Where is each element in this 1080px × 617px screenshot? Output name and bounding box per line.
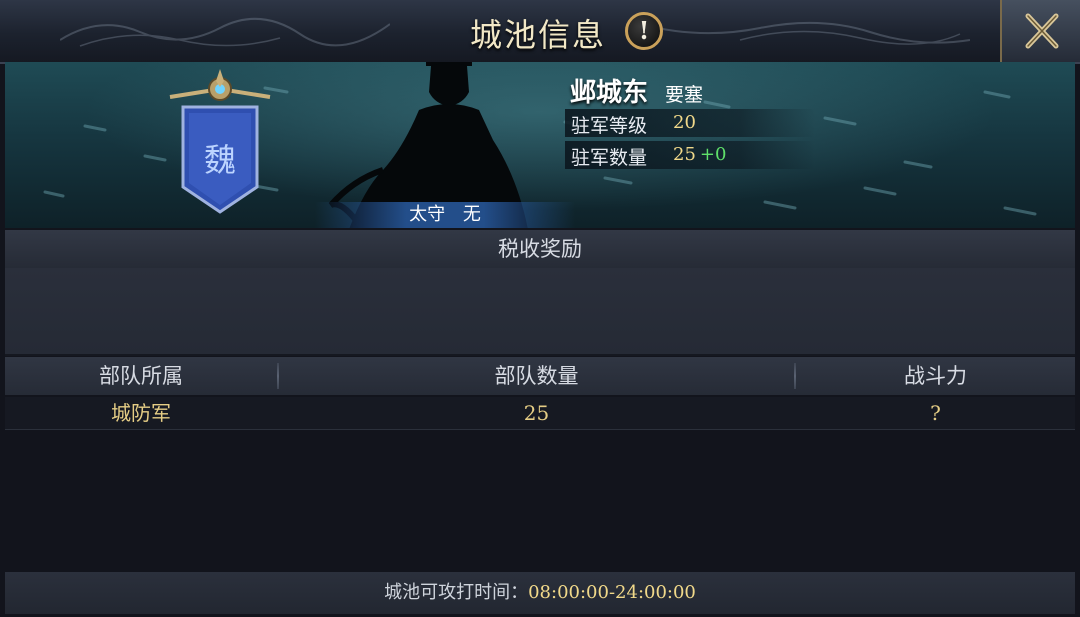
city-type: 要塞 bbox=[665, 84, 704, 106]
attack-time-footer: 城池可攻打时间：08:00:00-24:00:00 bbox=[5, 572, 1075, 614]
banner-faction-char: 魏 bbox=[204, 141, 236, 179]
stat-label: 驻军数量 bbox=[571, 147, 648, 169]
tax-reward-header: 税收奖励 bbox=[5, 230, 1075, 268]
row-power: ? bbox=[930, 401, 941, 425]
cloud-ornament-right bbox=[640, 21, 970, 45]
city-name: 邺城东 bbox=[570, 78, 649, 108]
crossed-swords-close-icon bbox=[1025, 13, 1059, 49]
troop-table-header: 部队所属 部队数量 战斗力 bbox=[5, 357, 1075, 395]
window-title: 城池信息 bbox=[470, 16, 607, 54]
tax-reward-panel bbox=[5, 268, 1075, 356]
attack-time-value: 08:00:00-24:00:00 bbox=[528, 582, 696, 603]
stat-garrison-count: 驻军数量 25 +0 bbox=[565, 141, 815, 169]
col-power: 战斗力 bbox=[904, 364, 967, 388]
row-owner: 城防军 bbox=[111, 401, 171, 425]
stat-garrison-level: 驻军等级 20 bbox=[565, 109, 815, 137]
city-info-window: 城池信息 ! 魏 太守 无 邺城东 要塞 驻军等级 20 驻军数量 25 +0 … bbox=[0, 0, 1080, 617]
exclamation-icon[interactable]: ! bbox=[625, 12, 663, 50]
close-button[interactable] bbox=[1000, 0, 1080, 62]
stat-value: 20 bbox=[673, 112, 696, 133]
governor-value: 无 bbox=[462, 204, 481, 225]
title-bar: 城池信息 ! bbox=[0, 0, 1080, 64]
col-count: 部队数量 bbox=[494, 364, 579, 388]
wei-faction-banner-icon: 魏 bbox=[169, 69, 271, 214]
governor-plate: 太守 无 bbox=[315, 202, 575, 228]
city-hero-panel: 魏 太守 无 邺城东 要塞 驻军等级 20 驻军数量 25 +0 bbox=[5, 62, 1075, 228]
stat-value: 25 +0 bbox=[673, 144, 727, 165]
col-owner: 部队所属 bbox=[99, 364, 183, 388]
attack-time-label: 城池可攻打时间： bbox=[384, 582, 529, 603]
cloud-ornament-left bbox=[60, 17, 390, 47]
stat-label: 驻军等级 bbox=[571, 115, 648, 137]
stat-bonus: +0 bbox=[699, 144, 727, 165]
governor-label: 太守 bbox=[409, 204, 446, 225]
table-empty-area bbox=[5, 430, 1075, 570]
table-row: 城防军 25 ? bbox=[5, 397, 1075, 430]
row-count: 25 bbox=[523, 401, 550, 425]
